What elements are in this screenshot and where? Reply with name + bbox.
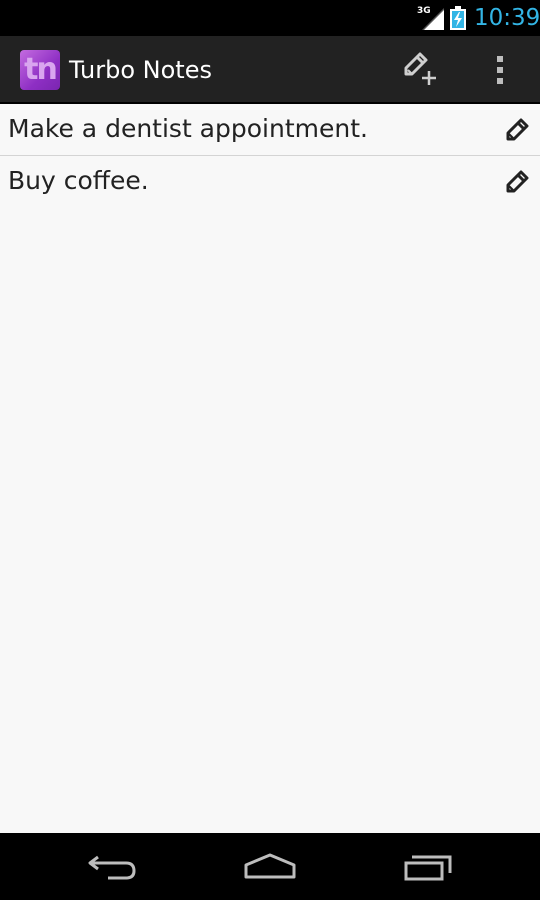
- recent-apps-icon: [404, 855, 452, 881]
- note-text: Make a dentist appointment.: [8, 114, 368, 143]
- back-icon: [88, 855, 136, 880]
- home-icon: [244, 853, 296, 879]
- note-list-item[interactable]: Buy coffee.: [0, 156, 540, 207]
- home-button[interactable]: [230, 843, 310, 891]
- app-title: Turbo Notes: [69, 56, 212, 84]
- status-bar: 3G 10:39: [0, 0, 540, 36]
- note-text: Buy coffee.: [8, 166, 149, 195]
- signal-icon: [422, 8, 444, 30]
- recent-apps-button[interactable]: [389, 843, 469, 891]
- status-clock: 10:39: [474, 5, 540, 31]
- note-list-item[interactable]: Make a dentist appointment.: [0, 104, 540, 156]
- edit-note-button[interactable]: [504, 168, 532, 196]
- add-note-icon: [404, 52, 436, 85]
- edit-note-button[interactable]: [504, 116, 532, 144]
- overflow-menu-icon: [497, 56, 503, 84]
- add-note-button[interactable]: [398, 48, 442, 92]
- navigation-bar: [0, 833, 540, 900]
- app-logo-icon[interactable]: tn: [20, 50, 60, 90]
- pencil-icon: [506, 170, 529, 193]
- overflow-menu-button[interactable]: [484, 48, 516, 92]
- pencil-icon: [506, 118, 529, 141]
- battery-charging-icon: [450, 6, 466, 30]
- action-bar: tn Turbo Notes: [0, 36, 540, 104]
- screen: 3G 10:39 tn Turbo Notes Make a dentist a…: [0, 0, 540, 900]
- back-button[interactable]: [72, 843, 152, 891]
- notes-list: Make a dentist appointment. Buy coffee.: [0, 104, 540, 207]
